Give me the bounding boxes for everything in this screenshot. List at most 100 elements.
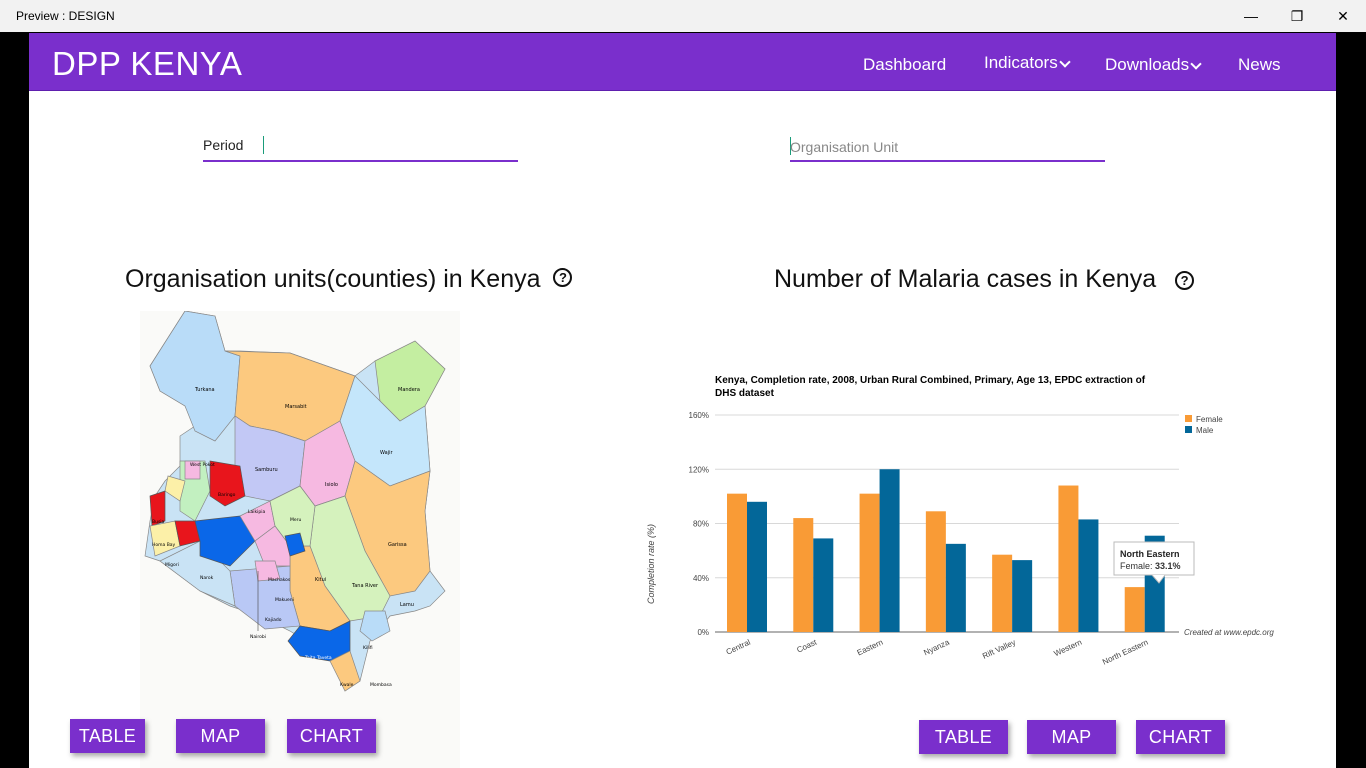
period-field[interactable]: Period (203, 132, 518, 162)
map-label: Kilifi (363, 645, 373, 651)
bar-male-western[interactable] (1078, 519, 1099, 632)
bar-female-central[interactable] (727, 493, 747, 632)
nav-dashboard[interactable]: Dashboard (863, 55, 946, 75)
minimize-icon[interactable]: — (1228, 0, 1274, 32)
period-label: Period (203, 137, 244, 153)
org-unit-field[interactable] (790, 132, 1105, 162)
map-label: Machakos (268, 577, 291, 583)
tooltip-value: 33.1% (1155, 561, 1181, 571)
map-label: Busia (152, 519, 165, 525)
map-label: Makueni (275, 597, 294, 603)
bar-male-central[interactable] (747, 501, 767, 632)
legend-swatch-male (1185, 426, 1192, 433)
tooltip-label: Female: (1120, 561, 1153, 571)
nav-news[interactable]: News (1238, 55, 1281, 75)
x-tick-label: Coast (795, 637, 818, 654)
bar-male-rift-valley[interactable] (1012, 560, 1033, 632)
chart-svg: Kenya, Completion rate, 2008, Urban Rura… (646, 375, 1274, 667)
nav-downloads[interactable]: Downloads (1105, 55, 1202, 75)
map-label: West Pokot (190, 462, 215, 468)
map-region (149, 310, 241, 442)
bar-female-eastern[interactable] (859, 493, 880, 632)
bar-male-coast[interactable] (813, 538, 834, 632)
map-label: Turkana (194, 387, 215, 393)
period-input[interactable] (265, 132, 515, 160)
y-tick-label: 160% (689, 411, 709, 420)
brand-logo[interactable]: DPP KENYA (52, 45, 242, 83)
top-navbar: DPP KENYA Dashboard Indicators Downloads… (29, 33, 1336, 91)
right-chart-button[interactable]: CHART (1136, 720, 1225, 754)
bar-female-rift-valley[interactable] (992, 554, 1013, 632)
help-icon[interactable]: ? (1175, 270, 1195, 290)
bar-male-nyanza[interactable] (945, 543, 966, 632)
map-label: Marsabit (285, 404, 307, 410)
malaria-title: Number of Malaria cases in Kenya ? (774, 265, 1195, 294)
x-tick-label: Western (1053, 638, 1084, 659)
nav-indicators[interactable]: Indicators (984, 53, 1071, 73)
y-tick-label: 80% (693, 520, 709, 529)
y-tick-label: 0% (697, 628, 709, 637)
window-titlebar: Preview : DESIGN — ❐ ✕ (0, 0, 1366, 32)
chart-ylabel: Completion rate (%) (646, 524, 656, 604)
map-label: Kajiado (265, 617, 282, 623)
map-label: Laikipia (248, 509, 265, 515)
y-tick-label: 120% (689, 465, 709, 474)
text-caret (263, 136, 264, 154)
org-units-title: Organisation units(counties) in Kenya ? (125, 265, 573, 294)
map-label: Samburu (255, 467, 278, 473)
map-label: Lamu (400, 602, 414, 608)
window-border (1336, 32, 1366, 768)
completion-rate-chart[interactable]: Kenya, Completion rate, 2008, Urban Rura… (637, 366, 1280, 684)
x-tick-label: Rift Valley (981, 638, 1017, 661)
right-map-button[interactable]: MAP (1027, 720, 1116, 754)
left-table-button[interactable]: TABLE (70, 719, 145, 753)
x-tick-label: Eastern (856, 638, 885, 658)
bar-female-coast[interactable] (793, 518, 814, 632)
bar-male-eastern[interactable] (879, 469, 900, 632)
chart-title-line2: DHS dataset (715, 388, 775, 399)
map-label: Nairobi (250, 634, 266, 640)
map-label: Garissa (388, 542, 407, 548)
y-tick-label: 40% (693, 574, 709, 583)
left-map-button[interactable]: MAP (176, 719, 265, 753)
map-label: Narok (200, 575, 214, 581)
left-chart-button[interactable]: CHART (287, 719, 376, 753)
map-label: Baringo (218, 492, 236, 498)
bar-female-nyanza[interactable] (925, 511, 946, 632)
chart-tooltip: North Eastern Female: 33.1% (1113, 541, 1195, 584)
app-canvas: DPP KENYA Dashboard Indicators Downloads… (29, 33, 1336, 768)
x-tick-label: Nyanza (922, 637, 951, 657)
kenya-county-map[interactable]: Turkana Marsabit Mandera Wajir Samburu W… (140, 310, 460, 768)
x-tick-label: North Eastern (1101, 638, 1150, 667)
tooltip-title: North Eastern (1120, 549, 1180, 559)
map-label: Taita Taveta (304, 655, 332, 661)
restore-icon[interactable]: ❐ (1274, 0, 1320, 32)
map-svg: Turkana Marsabit Mandera Wajir Samburu W… (144, 310, 446, 692)
chevron-down-icon (1190, 58, 1202, 70)
chart-credit: Created at www.epdc.org (1184, 628, 1274, 637)
right-table-button[interactable]: TABLE (919, 720, 1008, 754)
map-label: Tana River (351, 583, 379, 589)
bar-female-north-eastern[interactable] (1124, 587, 1145, 632)
chart-title-line1: Kenya, Completion rate, 2008, Urban Rura… (715, 375, 1146, 386)
map-label: Mombasa (370, 682, 392, 688)
map-label: Meru (290, 517, 302, 523)
map-label: Wajir (380, 450, 393, 456)
close-icon[interactable]: ✕ (1320, 0, 1366, 32)
map-label: Isiolo (325, 482, 338, 488)
map-label: Mandera (398, 387, 420, 393)
map-label: Homa Bay (152, 542, 176, 548)
chevron-down-icon (1059, 56, 1071, 68)
x-tick-label: Central (725, 638, 752, 657)
bar-female-western[interactable] (1058, 485, 1079, 632)
svg-text:Female: 33.1%: Female: 33.1% (1120, 561, 1181, 571)
map-label: Kwale (340, 682, 354, 688)
legend-label-female: Female (1196, 415, 1223, 424)
window-title: Preview : DESIGN (16, 9, 115, 23)
legend-label-male: Male (1196, 426, 1214, 435)
legend-swatch-female (1185, 415, 1192, 422)
org-unit-input[interactable] (790, 133, 1103, 161)
map-label: Migori (165, 562, 179, 568)
help-icon[interactable]: ? (553, 267, 573, 287)
map-label: Kitui (315, 577, 326, 583)
